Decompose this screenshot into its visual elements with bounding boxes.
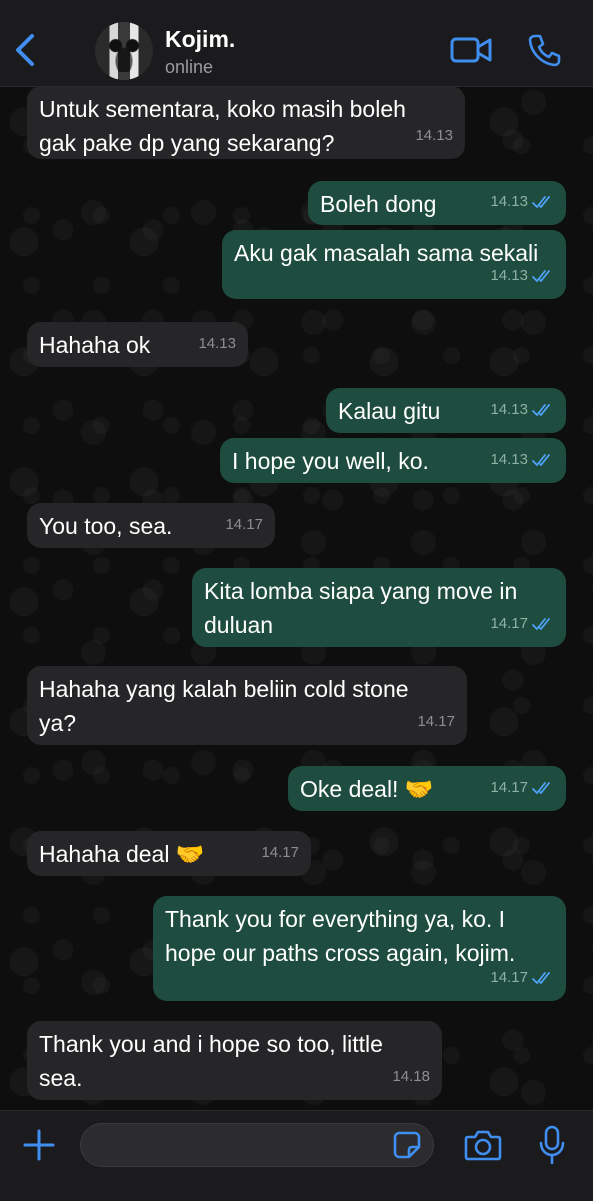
message-bubble-incoming[interactable]: You too, sea. 14.17 xyxy=(27,503,275,548)
double-check-icon xyxy=(532,404,550,416)
message-composer xyxy=(0,1110,593,1201)
message-time: 14.13 xyxy=(415,127,453,144)
message-input[interactable] xyxy=(80,1123,434,1167)
plus-icon[interactable] xyxy=(22,1128,56,1162)
avatar[interactable] xyxy=(95,22,153,80)
message-time: 14.17 xyxy=(261,844,299,861)
message-text: Hahaha yang kalah beliin cold stone ya? xyxy=(39,676,409,736)
message-text: Hahaha deal 🤝 xyxy=(39,841,205,867)
message-bubble-incoming[interactable]: Hahaha ok 14.13 xyxy=(27,322,248,367)
message-bubble-outgoing[interactable]: Kita lomba siapa yang move in duluan 14.… xyxy=(192,568,566,647)
double-check-icon xyxy=(532,972,550,984)
message-bubble-incoming[interactable]: Untuk sementara, koko masih boleh gak pa… xyxy=(27,86,465,159)
message-time: 14.18 xyxy=(392,1068,430,1085)
camera-icon[interactable] xyxy=(464,1129,502,1161)
message-text: Untuk sementara, koko masih boleh gak pa… xyxy=(39,96,406,156)
message-bubble-incoming[interactable]: Hahaha yang kalah beliin cold stone ya? … xyxy=(27,666,467,745)
message-bubble-outgoing[interactable]: Oke deal! 🤝 14.17 xyxy=(288,766,566,811)
video-call-icon[interactable] xyxy=(450,34,492,66)
message-text: Thank you and i hope so too, little sea. xyxy=(39,1031,383,1091)
message-time: 14.17 xyxy=(225,516,263,533)
message-time: 14.17 xyxy=(490,779,528,796)
message-time: 14.17 xyxy=(490,969,528,986)
message-time: 14.13 xyxy=(198,335,236,352)
chevron-left-icon[interactable] xyxy=(10,30,40,70)
double-check-icon xyxy=(532,270,550,282)
message-bubble-outgoing[interactable]: Kalau gitu 14.13 xyxy=(326,388,566,433)
message-time: 14.13 xyxy=(490,193,528,210)
message-bubble-outgoing[interactable]: Thank you for everything ya, ko. I hope … xyxy=(153,896,566,1001)
message-time: 14.13 xyxy=(490,451,528,468)
message-text: Thank you for everything ya, ko. I hope … xyxy=(165,906,516,966)
double-check-icon xyxy=(532,454,550,466)
double-check-icon xyxy=(532,782,550,794)
sticker-icon[interactable] xyxy=(393,1131,421,1159)
message-bubble-outgoing[interactable]: I hope you well, ko. 14.13 xyxy=(220,438,566,483)
contact-status: online xyxy=(165,57,214,77)
message-bubble-incoming[interactable]: Thank you and i hope so too, little sea.… xyxy=(27,1021,442,1100)
microphone-icon[interactable] xyxy=(537,1125,567,1165)
contact-name[interactable]: Kojim. xyxy=(165,26,235,53)
message-time: 14.17 xyxy=(490,615,528,632)
phone-icon[interactable] xyxy=(528,33,562,67)
message-time: 14.17 xyxy=(417,713,455,730)
message-time: 14.13 xyxy=(490,401,528,418)
chat-header: Kojim. online xyxy=(0,0,593,87)
message-bubble-outgoing[interactable]: Aku gak masalah sama sekali 14.13 xyxy=(222,230,566,299)
double-check-icon xyxy=(532,196,550,208)
message-bubble-outgoing[interactable]: Boleh dong 14.13 xyxy=(308,181,566,225)
double-check-icon xyxy=(532,618,550,630)
message-time: 14.13 xyxy=(490,267,528,284)
message-bubble-incoming[interactable]: Hahaha deal 🤝 14.17 xyxy=(27,831,311,876)
